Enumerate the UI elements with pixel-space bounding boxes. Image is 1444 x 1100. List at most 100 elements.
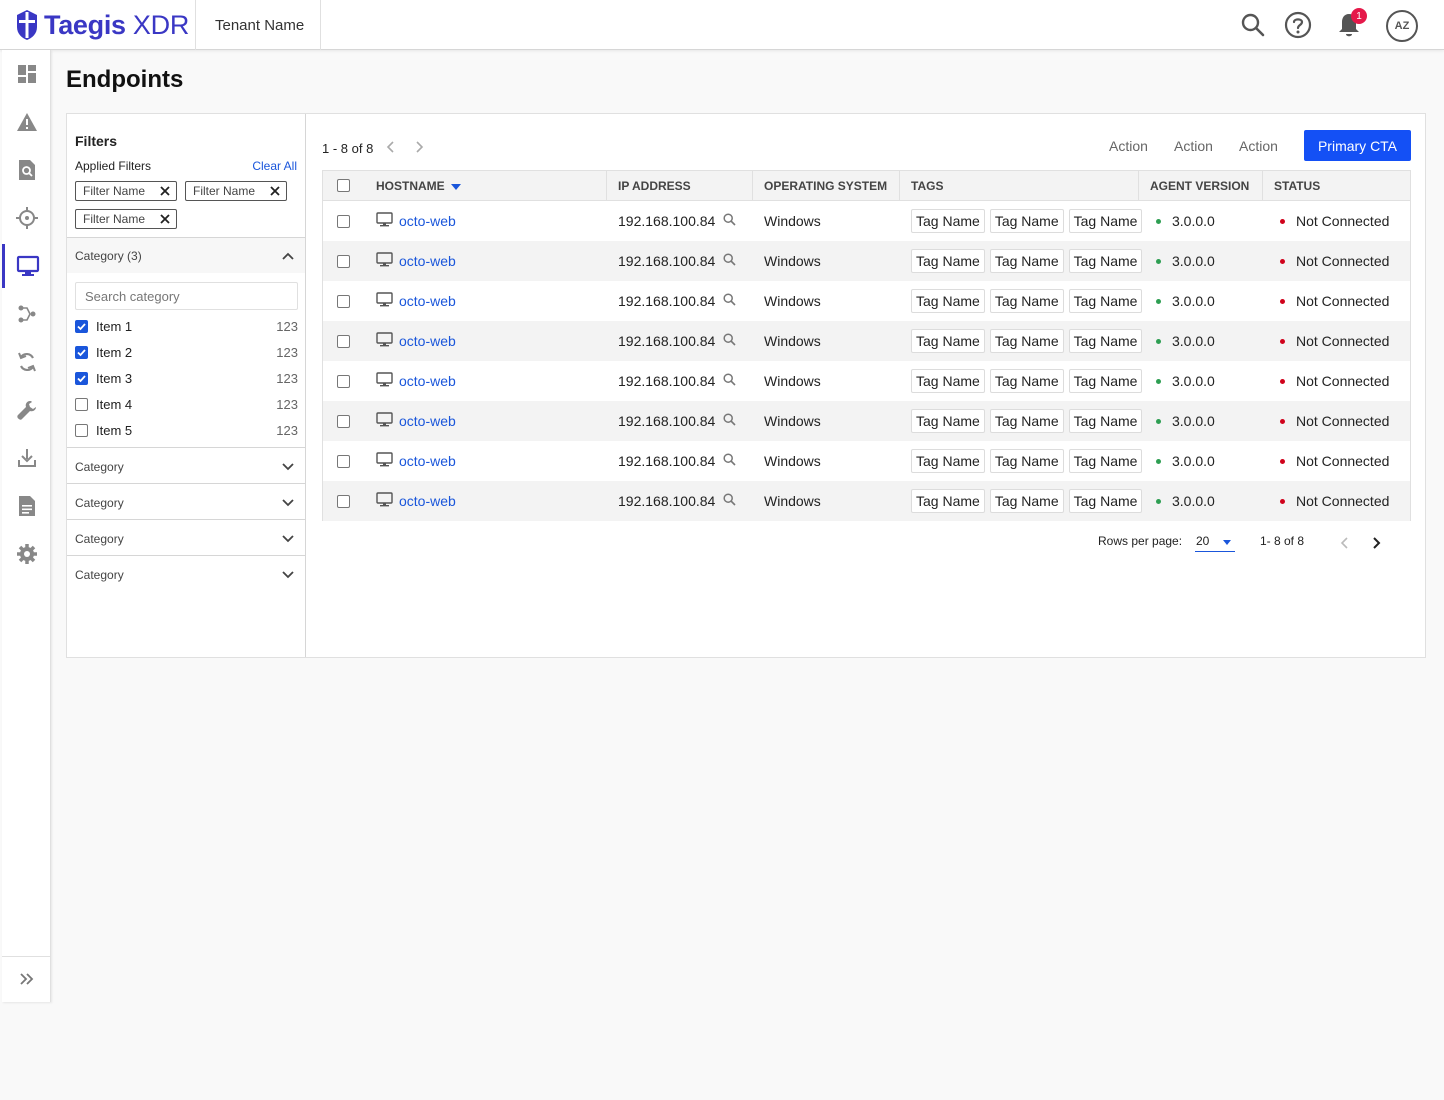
chevron-down-icon[interactable]: [281, 567, 295, 585]
close-icon[interactable]: [268, 184, 282, 201]
checkbox[interactable]: [75, 423, 88, 437]
checkbox-checked[interactable]: [75, 345, 88, 359]
hostname-link[interactable]: octo-web: [399, 333, 456, 349]
crosshair-icon[interactable]: [2, 196, 51, 240]
checkbox-checked[interactable]: [75, 371, 88, 385]
search-icon[interactable]: [723, 213, 736, 229]
row-checkbox[interactable]: [337, 241, 350, 281]
hostname-link[interactable]: octo-web: [399, 293, 456, 309]
hostname-link[interactable]: octo-web: [399, 213, 456, 229]
column-header-os[interactable]: OPERATING SYSTEM: [764, 171, 887, 200]
search-category-input[interactable]: [75, 282, 298, 310]
tag-chip[interactable]: Tag Name: [1068, 329, 1143, 353]
tag-chip[interactable]: Tag Name: [1068, 369, 1143, 393]
tag-chip[interactable]: Tag Name: [911, 209, 985, 233]
caret-down-icon[interactable]: [1223, 534, 1231, 548]
close-icon[interactable]: [158, 212, 172, 229]
tag-chip[interactable]: Tag Name: [1068, 489, 1143, 513]
action-button[interactable]: Action: [1239, 138, 1278, 154]
automation-sync-icon[interactable]: [2, 340, 51, 384]
chevron-up-icon[interactable]: [281, 249, 295, 267]
tag-chip[interactable]: Tag Name: [989, 329, 1064, 353]
help-icon[interactable]: [1283, 10, 1313, 40]
action-button[interactable]: Action: [1109, 138, 1148, 154]
row-checkbox[interactable]: [337, 481, 350, 521]
row-checkbox[interactable]: [337, 361, 350, 401]
tag-chip[interactable]: Tag Name: [989, 409, 1064, 433]
tag-chip[interactable]: Tag Name: [989, 369, 1064, 393]
tag-chip[interactable]: Tag Name: [989, 209, 1064, 233]
tag-chip[interactable]: Tag Name: [1068, 289, 1143, 313]
tag-chip[interactable]: Tag Name: [911, 289, 985, 313]
tag-chip[interactable]: Tag Name: [1068, 449, 1143, 473]
tag-chip[interactable]: Tag Name: [911, 329, 985, 353]
chevron-right-icon[interactable]: [1372, 536, 1382, 555]
hostname-link[interactable]: octo-web: [399, 413, 456, 429]
tag-chip[interactable]: Tag Name: [911, 409, 985, 433]
tag-chip[interactable]: Tag Name: [911, 489, 985, 513]
row-checkbox[interactable]: [337, 441, 350, 481]
endpoints-monitor-icon[interactable]: [2, 244, 51, 288]
checkbox[interactable]: [75, 397, 88, 411]
tag-chip[interactable]: Tag Name: [989, 489, 1064, 513]
hostname-link[interactable]: octo-web: [399, 453, 456, 469]
search-icon[interactable]: [1238, 10, 1268, 40]
tag-chip[interactable]: Tag Name: [1068, 209, 1143, 233]
category-header-collapsed[interactable]: Category: [67, 483, 305, 519]
select-all-checkbox[interactable]: [337, 171, 350, 200]
hostname-link[interactable]: octo-web: [399, 373, 456, 389]
category-item[interactable]: Item 4 123: [75, 394, 298, 414]
close-icon[interactable]: [158, 184, 172, 201]
alert-icon[interactable]: [2, 100, 51, 144]
category-item[interactable]: Item 2 123: [75, 342, 298, 362]
table-row[interactable]: octo-web 192.168.100.84 Windows Tag Name Tag…: [323, 401, 1410, 441]
column-header-agent-version[interactable]: AGENT VERSION: [1150, 171, 1249, 200]
wrench-icon[interactable]: [2, 388, 51, 432]
tag-chip[interactable]: Tag Name: [911, 449, 985, 473]
category-header-collapsed[interactable]: Category: [67, 447, 305, 483]
tag-chip[interactable]: Tag Name: [1068, 249, 1143, 273]
row-checkbox[interactable]: [337, 201, 350, 241]
search-icon[interactable]: [723, 253, 736, 269]
primary-cta-button[interactable]: Primary CTA: [1304, 130, 1411, 161]
gear-icon[interactable]: [2, 532, 51, 576]
dashboard-icon[interactable]: [2, 52, 51, 96]
clear-all-link[interactable]: Clear All: [252, 159, 297, 173]
table-row[interactable]: octo-web 192.168.100.84 Windows Tag Name Tag…: [323, 281, 1410, 321]
chevron-left-icon[interactable]: [1339, 536, 1349, 555]
tag-chip[interactable]: Tag Name: [911, 369, 985, 393]
table-row[interactable]: octo-web 192.168.100.84 Windows Tag Name Tag…: [323, 481, 1410, 521]
tag-chip[interactable]: Tag Name: [1068, 409, 1143, 433]
category-header-collapsed[interactable]: Category: [67, 555, 305, 591]
table-row[interactable]: octo-web 192.168.100.84 Windows Tag Name Tag…: [323, 201, 1410, 241]
expand-nav-icon[interactable]: [2, 956, 51, 1000]
table-row[interactable]: octo-web 192.168.100.84 Windows Tag Name Tag…: [323, 321, 1410, 361]
table-row[interactable]: octo-web 192.168.100.84 Windows Tag Name Tag…: [323, 241, 1410, 281]
hostname-link[interactable]: octo-web: [399, 493, 456, 509]
chevron-down-icon[interactable]: [281, 531, 295, 549]
row-checkbox[interactable]: [337, 401, 350, 441]
avatar[interactable]: AZ: [1386, 10, 1418, 42]
tag-chip[interactable]: Tag Name: [911, 249, 985, 273]
integrations-flow-icon[interactable]: [2, 292, 51, 336]
category-header-collapsed[interactable]: Category: [67, 519, 305, 555]
hostname-link[interactable]: octo-web: [399, 253, 456, 269]
table-row[interactable]: octo-web 192.168.100.84 Windows Tag Name Tag…: [323, 361, 1410, 401]
search-icon[interactable]: [723, 333, 736, 349]
checkbox-checked[interactable]: [75, 319, 88, 333]
investigation-icon[interactable]: [2, 148, 51, 192]
tenant-selector[interactable]: Tenant Name: [195, 0, 321, 50]
column-header-hostname[interactable]: HOSTNAME: [376, 171, 461, 200]
search-icon[interactable]: [723, 453, 736, 469]
sort-desc-icon[interactable]: [450, 179, 461, 193]
column-header-ip[interactable]: IP ADDRESS: [618, 171, 691, 200]
column-header-tags[interactable]: TAGS: [911, 171, 943, 200]
category-item[interactable]: Item 5 123: [75, 420, 298, 440]
row-checkbox[interactable]: [337, 281, 350, 321]
chevron-right-icon[interactable]: [415, 140, 425, 157]
tag-chip[interactable]: Tag Name: [989, 249, 1064, 273]
category-item[interactable]: Item 3 123: [75, 368, 298, 388]
chevron-down-icon[interactable]: [281, 495, 295, 513]
table-row[interactable]: octo-web 192.168.100.84 Windows Tag Name Tag…: [323, 441, 1410, 481]
row-checkbox[interactable]: [337, 321, 350, 361]
